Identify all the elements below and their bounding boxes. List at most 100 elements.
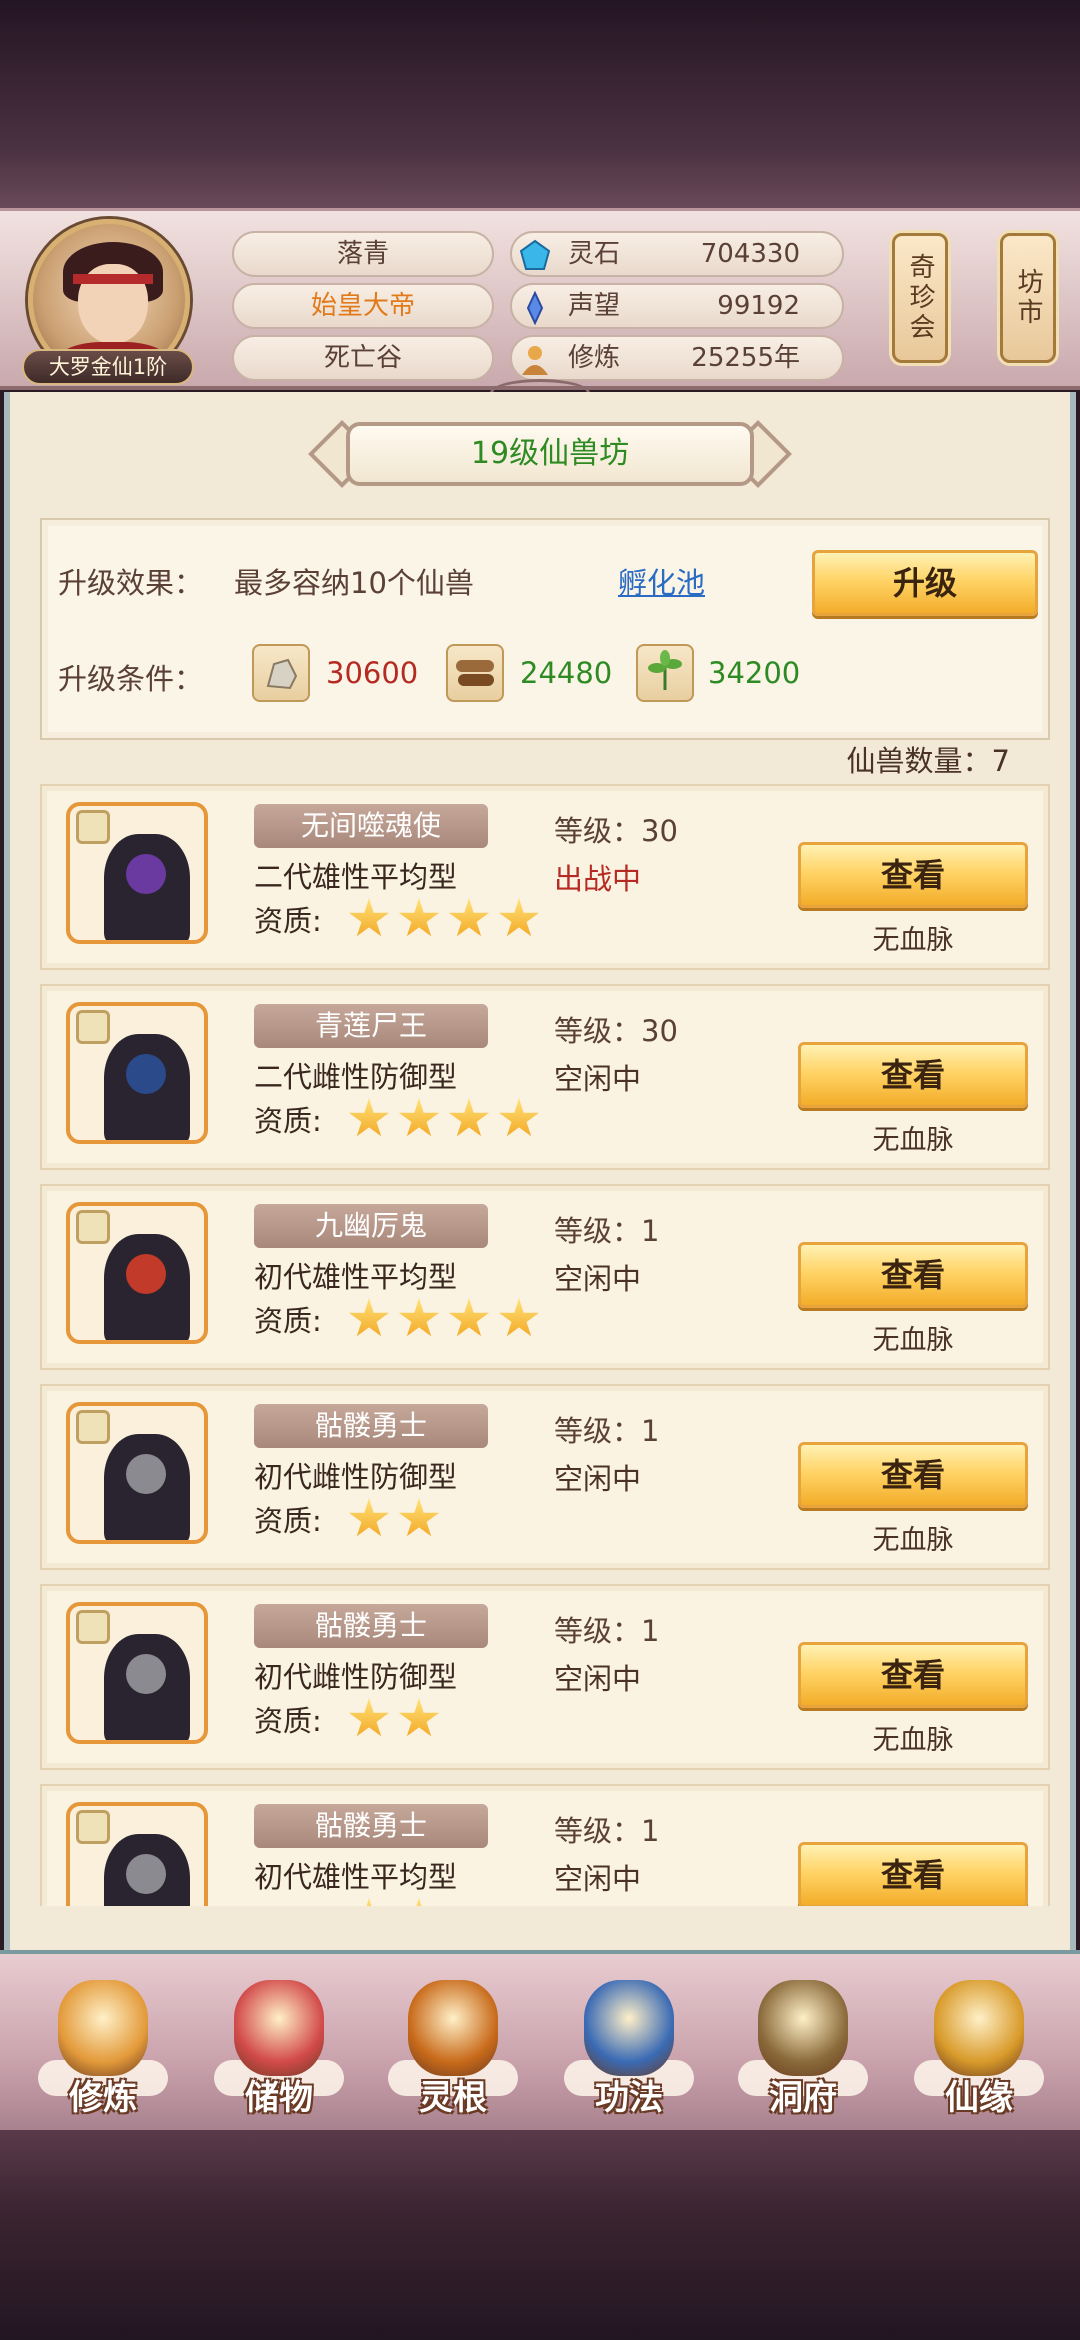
beast-type: 初代雌性防御型 [254,1660,458,1694]
beast-card[interactable]: 骷髅勇士 初代雌性防御型 资质: 等级：1 空闲中 查看 无血脉 [40,1384,1050,1570]
beast-workshop-panel: 19级仙兽坊 升级效果： 最多容纳10个仙兽 孵化池 升级 升级条件： 3060… [4,392,1076,1954]
star-icon [348,1698,390,1737]
beast-face [126,1254,166,1294]
player-name: 落青 [232,231,494,277]
nav-label: 灵根 [419,2078,487,2118]
beast-card[interactable]: 骷髅勇士 初代雄性平均型 资质: 等级：1 空闲中 查看 无血脉 [40,1784,1050,1906]
beast-list[interactable]: 无间噬魂使 二代雄性平均型 资质: 等级：30 出战中 查看 无血脉 青莲尸王 … [40,784,1050,1906]
view-button[interactable]: 查看 [798,842,1028,908]
spirit-stone-icon [519,239,551,270]
spirit-root-icon [408,1980,498,2076]
beast-card[interactable]: 青莲尸王 二代雌性防御型 资质: 等级：30 空闲中 查看 无血脉 [40,984,1050,1170]
level-prefix: 等级： [554,1014,642,1048]
lock-icon [76,810,110,844]
wood-icon [446,644,504,702]
beast-card[interactable]: 骷髅勇士 初代雌性防御型 资质: 等级：1 空闲中 查看 无血脉 [40,1584,1050,1770]
resource-value: 99192 [717,291,800,321]
market-button[interactable]: 坊市 [1000,233,1056,363]
beast-portrait[interactable] [66,1402,208,1544]
treasure-fair-button[interactable]: 奇珍会 [892,233,948,363]
star-icon [448,1298,490,1337]
beast-portrait[interactable] [66,1602,208,1744]
bloodline-text: 无血脉 [872,1325,954,1356]
beast-portrait[interactable] [66,1202,208,1344]
resource-value: 25255年 [691,343,800,373]
beast-level: 等级：1 [554,1408,659,1450]
resource-spirit-stone: 灵石 704330 [510,231,844,277]
view-button[interactable]: 查看 [798,1842,1028,1906]
beast-portrait[interactable] [66,1002,208,1144]
prestige-icon [526,291,544,325]
beast-name: 骷髅勇士 [254,1404,488,1448]
view-button[interactable]: 查看 [798,1642,1028,1708]
beast-level: 等级：1 [554,1608,659,1650]
nav-label: 洞府 [769,2078,837,2118]
view-button[interactable]: 查看 [798,1242,1028,1308]
nav-item-gourd[interactable]: 仙缘 [904,1974,1054,2124]
ore-icon [252,644,310,702]
beast-portrait[interactable] [66,1802,208,1906]
nav-item-spirit-root[interactable]: 灵根 [378,1974,528,2124]
nav-item-cave-mansion[interactable]: 洞府 [728,1974,878,2124]
cultivation-icon [522,346,548,375]
bloodline-text: 无血脉 [872,1125,954,1156]
level-prefix: 等级： [554,1414,642,1448]
beast-card[interactable]: 无间噬魂使 二代雄性平均型 资质: 等级：30 出战中 查看 无血脉 [40,784,1050,970]
quality-stars [348,1098,548,1138]
bottom-background [0,2130,1080,2340]
beast-status: 空闲中 [554,1662,642,1696]
workshop-title: 19级仙兽坊 [346,422,754,486]
lock-icon [76,1810,110,1844]
level-prefix: 等级： [554,814,642,848]
resource-prestige: 声望 99192 [510,283,844,329]
cost-herb-value: 34200 [708,656,801,690]
beast-name: 骷髅勇士 [254,1604,488,1648]
nav-item-storage-bag[interactable]: 储物 [204,1974,354,2124]
star-icon [398,1698,440,1737]
view-button[interactable]: 查看 [798,1442,1028,1508]
star-icon [398,1498,440,1537]
beast-face [126,1454,166,1494]
quality-label: 资质: [254,1704,322,1738]
herb-icon [636,644,694,702]
lock-icon [76,1610,110,1644]
cave-mansion-icon [758,1980,848,2076]
level-prefix: 等级： [554,1814,642,1848]
resource-label: 声望 [568,291,621,321]
top-background [0,0,1080,210]
star-icon [398,1098,440,1137]
level-value: 1 [641,1214,660,1248]
upgrade-effect-label: 升级效果： [58,566,204,600]
beast-card[interactable]: 九幽厉鬼 初代雄性平均型 资质: 等级：1 空闲中 查看 无血脉 [40,1184,1050,1370]
level-prefix: 等级： [554,1614,642,1648]
beast-name: 无间噬魂使 [254,804,488,848]
upgrade-button[interactable]: 升级 [812,550,1038,616]
level-value: 30 [641,1014,678,1048]
level-value: 1 [641,1614,660,1648]
beast-level: 等级：1 [554,1808,659,1850]
resource-value: 704330 [700,239,800,269]
beast-type: 初代雌性防御型 [254,1460,458,1494]
avatar-headband [73,274,153,284]
star-icon [448,1098,490,1137]
quality-stars [348,1298,548,1338]
workshop-title-plate: 19级仙兽坊 [308,420,792,488]
beast-type: 初代雄性平均型 [254,1860,458,1894]
beast-name: 青莲尸王 [254,1004,488,1048]
nav-label: 仙缘 [945,2078,1013,2118]
beast-status: 空闲中 [554,1062,642,1096]
beast-status: 空闲中 [554,1262,642,1296]
beast-level: 等级：30 [554,1008,678,1050]
bottom-navigation: 修炼 储物 灵根 功法 洞府 仙缘 [0,1950,1080,2130]
beast-status: 空闲中 [554,1462,642,1496]
star-icon [498,898,540,937]
level-prefix: 等级： [554,1214,642,1248]
gourd-icon [934,1980,1024,2076]
view-button[interactable]: 查看 [798,1042,1028,1108]
beast-portrait[interactable] [66,802,208,944]
bloodline-text: 无血脉 [872,925,954,956]
nav-item-cultivate[interactable]: 修炼 [28,1974,178,2124]
beast-type: 初代雄性平均型 [254,1260,458,1294]
hatch-pool-link[interactable]: 孵化池 [618,560,705,602]
nav-item-technique-book[interactable]: 功法 [554,1974,704,2124]
